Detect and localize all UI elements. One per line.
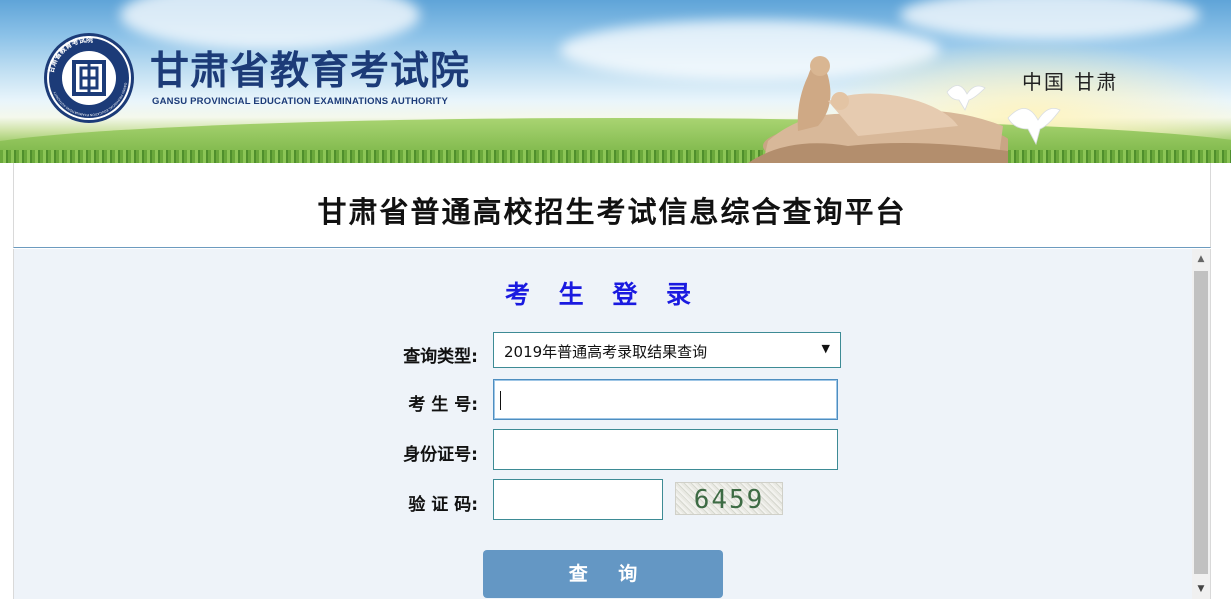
login-heading: 考 生 登 录 xyxy=(504,280,702,309)
title-bar: 甘肃省普通高校招生考试信息综合查询平台 xyxy=(13,163,1211,248)
header-banner: 甘肃省教育考试院 GANSU PROVINCIAL EDUCATION EXAM… xyxy=(0,0,1231,163)
query-type-label: 查询类型: xyxy=(403,347,478,367)
id-number-input[interactable] xyxy=(493,429,838,470)
query-type-selected-value: 2019年普通高考录取结果查询 xyxy=(504,343,708,361)
text-caret xyxy=(500,391,501,410)
grass-decoration xyxy=(0,150,1231,163)
cloud-decoration xyxy=(900,0,1200,40)
candidate-number-input[interactable] xyxy=(493,379,838,420)
org-seal-logo: 甘肃省教育考试院 GANSU PROVINCIAL EDUCATION EXAM… xyxy=(44,33,134,123)
scroll-down-arrow-icon[interactable]: ▼ xyxy=(1192,579,1210,599)
scroll-up-arrow-icon[interactable]: ▲ xyxy=(1192,249,1210,269)
page-title: 甘肃省普通高校招生考试信息综合查询平台 xyxy=(317,195,907,229)
captcha-image-text: 6459 xyxy=(693,485,765,515)
org-name-en: GANSU PROVINCIAL EDUCATION EXAMINATIONS … xyxy=(152,96,449,107)
cloud-decoration xyxy=(120,0,420,50)
captcha-image[interactable]: 6459 xyxy=(675,482,783,515)
scrollbar-thumb[interactable] xyxy=(1194,271,1208,574)
captcha-input[interactable] xyxy=(493,479,663,520)
id-number-label: 身份证号: xyxy=(403,445,478,465)
region-label: 中国 甘肃 xyxy=(1022,70,1119,94)
org-name-cn: 甘肃省教育考试院 xyxy=(150,48,471,94)
login-panel: 考 生 登 录 查询类型: 2019年普通高考录取结果查询 ▼ 考 生 号: 身… xyxy=(13,249,1211,599)
query-type-select[interactable]: 2019年普通高考录取结果查询 ▼ xyxy=(493,332,841,368)
captcha-label: 验 证 码: xyxy=(408,495,478,515)
dove-icon xyxy=(946,85,986,111)
dropdown-arrow-icon: ▼ xyxy=(821,342,830,355)
candidate-number-label: 考 生 号: xyxy=(408,395,478,415)
dove-icon xyxy=(1007,107,1061,146)
frame-scrollbar[interactable]: ▲ ▼ xyxy=(1192,249,1210,599)
query-submit-button[interactable]: 查 询 xyxy=(483,550,723,598)
